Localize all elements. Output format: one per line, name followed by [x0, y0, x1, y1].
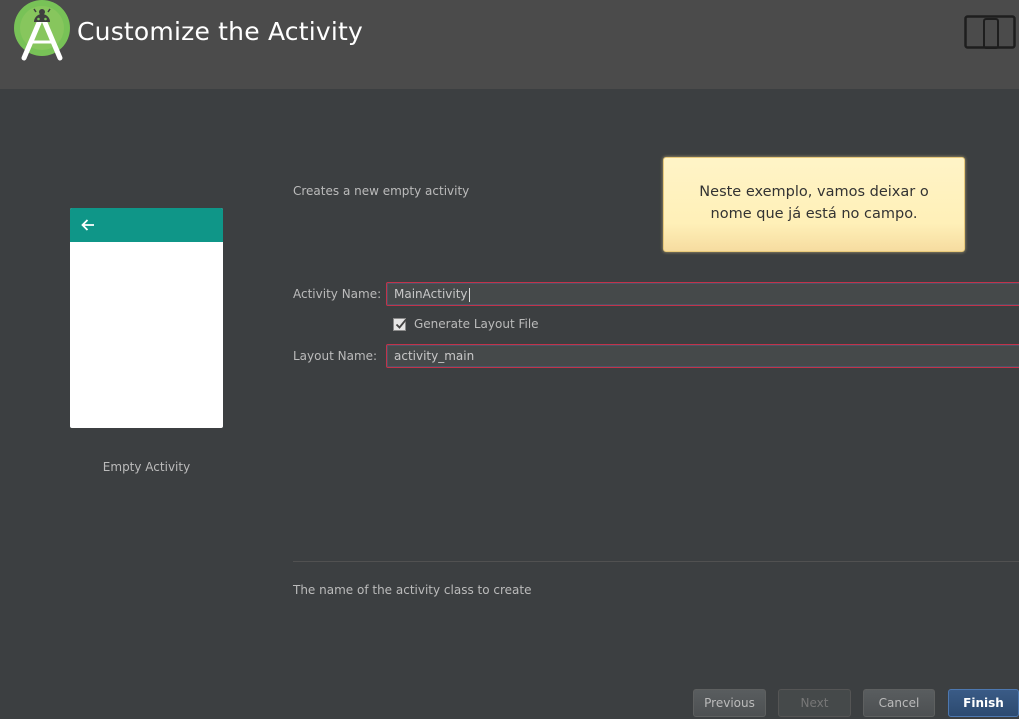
- wizard-header: Customize the Activity: [0, 0, 1019, 89]
- activity-template-preview: [70, 208, 223, 428]
- next-button[interactable]: Next: [778, 689, 851, 717]
- tooltip-line: nome que já está no campo.: [710, 206, 918, 222]
- preview-app-bar: [70, 208, 223, 242]
- layout-name-value: activity_main: [394, 349, 475, 363]
- divider: [293, 561, 1019, 562]
- activity-name-input[interactable]: MainActivity: [386, 282, 1019, 306]
- checkmark-icon: [395, 318, 407, 329]
- field-help-text: The name of the activity class to create: [293, 583, 532, 597]
- cancel-button[interactable]: Cancel: [863, 689, 935, 717]
- android-studio-logo-icon: [10, 0, 74, 64]
- template-name: Empty Activity: [102, 460, 191, 474]
- back-arrow-icon: [80, 217, 96, 233]
- generate-layout-checkbox[interactable]: [393, 317, 407, 331]
- generate-layout-label: Generate Layout File: [414, 317, 539, 331]
- tooltip-line: Neste exemplo, vamos deixar o: [699, 184, 929, 200]
- tutorial-tooltip: Neste exemplo, vamos deixar o nome que j…: [663, 157, 965, 252]
- previous-button[interactable]: Previous: [693, 689, 766, 717]
- activity-name-value: MainActivity: [394, 287, 468, 301]
- page-title: Customize the Activity: [77, 17, 364, 46]
- template-description: Creates a new empty activity: [293, 184, 470, 198]
- text-caret: [468, 287, 470, 302]
- layout-name-label: Layout Name:: [293, 349, 378, 363]
- activity-name-label: Activity Name:: [293, 287, 382, 301]
- generate-layout-checkbox-row[interactable]: Generate Layout File: [393, 317, 539, 331]
- layout-name-input[interactable]: activity_main: [386, 344, 1019, 368]
- finish-button[interactable]: Finish: [948, 689, 1019, 717]
- phone-tablet-icon: [964, 14, 1018, 52]
